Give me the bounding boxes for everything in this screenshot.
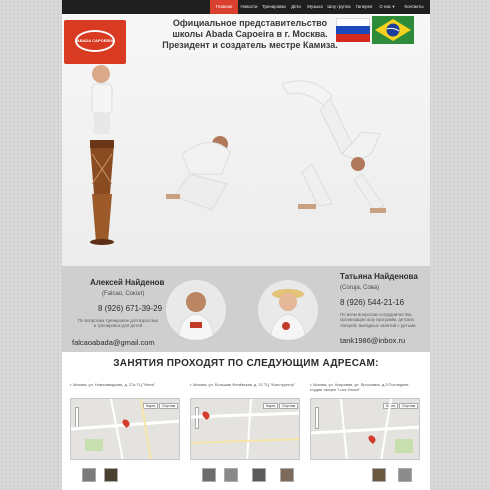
contact-left-nick: (Falcao, Сокол) (102, 291, 145, 297)
contact-right-note-3: лагерей, выездных занятий с детьми (340, 322, 416, 328)
nav-item-show-group[interactable]: Шоу группа (326, 0, 352, 14)
capoeira-photo (90, 65, 386, 245)
address-text-1: г. Москва, ул. Новозаводская, д. 27а ТЦ … (70, 382, 156, 387)
address-text-3: г. Москва, ул. Кларовая, ул. Ярославск, … (310, 382, 409, 392)
nav-item-music[interactable]: Музыка (304, 0, 326, 14)
address-block-2: г. Москва, ул. Большая Филёвская, д. 32 … (190, 382, 300, 460)
addresses-title: ЗАНЯТИЯ ПРОХОДЯТ ПО СЛЕДУЮЩИМ АДРЕСАМ: (113, 358, 379, 369)
gallery-thumbnail[interactable] (82, 468, 96, 482)
gallery-thumbnail[interactable] (104, 468, 118, 482)
hero-banner: ABADA CAPOEIRA Официальное представитель… (62, 14, 430, 266)
contact-right-phone[interactable]: 8 (926) 544-21-16 (340, 298, 404, 307)
gallery-thumbnail[interactable] (202, 468, 216, 482)
nav-item-contacts[interactable]: Контакты (400, 0, 428, 14)
tatyana-portrait (269, 289, 307, 340)
map-streets (71, 399, 179, 459)
gallery-thumbnail[interactable] (280, 468, 294, 482)
page-container: Главная Новости Тренировки Дети Музыка Ш… (62, 0, 430, 490)
gallery-thumbnail[interactable] (372, 468, 386, 482)
gallery-thumbnail[interactable] (224, 468, 238, 482)
top-nav: Главная Новости Тренировки Дети Музыка Ш… (62, 0, 430, 14)
nav-item-about-label: О нас (379, 4, 392, 9)
gallery-thumbnail[interactable] (398, 468, 412, 482)
contact-left-note-2: и тренировок для детей (93, 323, 143, 329)
map-2[interactable]: Карта Спутник (190, 398, 300, 460)
nav-item-gallery[interactable]: Галерея (352, 0, 376, 14)
chevron-down-icon: ▾ (391, 4, 395, 9)
contacts-section: Алексей Найденов (Falcao, Сокол) 8 (926)… (62, 266, 430, 352)
nav-item-about[interactable]: О нас ▾ (376, 0, 398, 14)
map-streets (191, 399, 299, 459)
contact-right-nick: (Coruja, Сова) (340, 285, 380, 291)
map-3[interactable]: Карта Спутник (310, 398, 420, 460)
aleksey-portrait (177, 292, 215, 340)
contact-left-phone[interactable]: 8 (926) 671-39-29 (98, 304, 162, 313)
contact-right-email[interactable]: tank1986@inbox.ru (340, 336, 405, 345)
avatar-aleksey (166, 280, 226, 340)
contact-left-name: Алексей Найденов (90, 278, 165, 287)
nav-item-training[interactable]: Тренировки (260, 0, 288, 14)
address-text-2: г. Москва, ул. Большая Филёвская, д. 32 … (190, 382, 296, 387)
map-streets (311, 399, 419, 459)
contact-right-name: Татьяна Найденова (340, 272, 418, 281)
contact-left-note: По вопросам тренировок для взрослых и тр… (74, 318, 162, 329)
address-block-1: г. Москва, ул. Новозаводская, д. 27а ТЦ … (70, 382, 180, 460)
address-block-3: г. Москва, ул. Кларовая, ул. Ярославск, … (310, 382, 420, 460)
avatar-tatyana (258, 280, 318, 340)
nav-item-home[interactable]: Главная (210, 0, 238, 14)
gallery-thumbnail[interactable] (252, 468, 266, 482)
nav-item-news[interactable]: Новости (238, 0, 260, 14)
contact-left-email[interactable]: falcaoabada@gmail.com (72, 338, 155, 347)
contact-right-note: По всем вопросам сотрудничества, организ… (340, 312, 428, 328)
nav-item-kids[interactable]: Дети (288, 0, 304, 14)
map-1[interactable]: Карта Спутник (70, 398, 180, 460)
